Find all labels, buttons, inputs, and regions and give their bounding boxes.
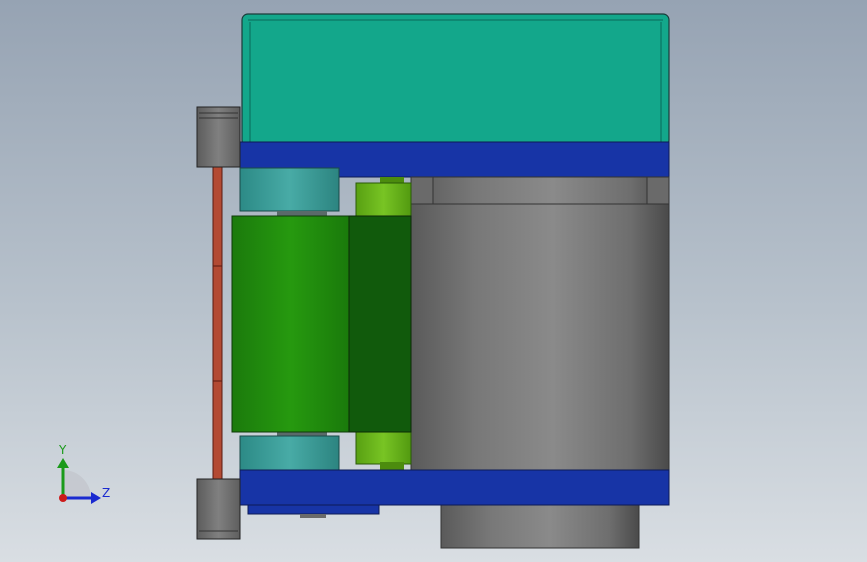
triad-quadrant (63, 470, 91, 498)
lower-pin (300, 514, 326, 518)
green-roller[interactable] (231, 215, 350, 433)
top-housing[interactable] (241, 13, 670, 147)
side-guide-rod[interactable] (212, 166, 223, 481)
y-axis-label: Y (59, 443, 67, 457)
origin-point (59, 494, 67, 502)
z-axis-arrowhead (91, 492, 101, 504)
cad-model-view[interactable] (0, 0, 867, 562)
coordinate-triad (57, 458, 101, 504)
z-axis-label: Z (102, 486, 111, 500)
motor-lower-extension[interactable] (440, 503, 640, 549)
cad-viewport[interactable]: Y Z (0, 0, 867, 562)
dark-green-roller[interactable] (348, 215, 412, 433)
upper-bearing-block[interactable] (239, 167, 340, 217)
lower-plate-tab[interactable] (247, 504, 380, 515)
y-axis-arrowhead (57, 458, 69, 468)
upper-corner-block[interactable] (196, 106, 241, 168)
motor-cylinder[interactable] (410, 176, 670, 471)
lower-corner-block[interactable] (196, 478, 241, 540)
lower-mounting-plate[interactable] (239, 469, 670, 506)
